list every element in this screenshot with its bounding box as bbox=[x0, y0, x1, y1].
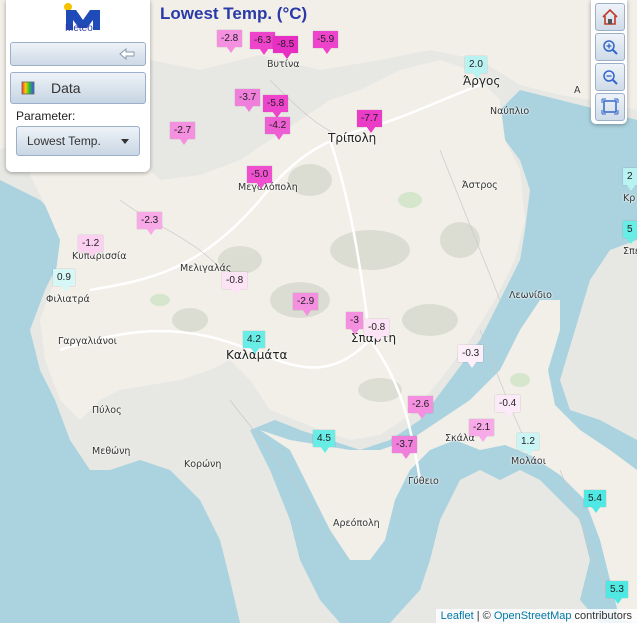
map-attribution: Leaflet | © OpenStreetMap contributors bbox=[435, 609, 637, 623]
place-label-filiatra: Φιλιατρά bbox=[46, 294, 90, 305]
fit-extent-button[interactable] bbox=[595, 93, 625, 121]
temperature-marker[interactable]: -0.3 bbox=[458, 345, 484, 368]
home-button[interactable] bbox=[595, 3, 625, 31]
openstreetmap-link[interactable]: OpenStreetMap bbox=[494, 610, 572, 622]
zoom-out-button[interactable] bbox=[595, 63, 625, 91]
temperature-marker[interactable]: 0.9 bbox=[53, 269, 75, 292]
place-label-tripoli: Τρίπολη bbox=[328, 131, 377, 145]
temperature-marker[interactable]: 5.3 bbox=[606, 581, 628, 604]
place-label-koroni: Κορώνη bbox=[184, 459, 222, 470]
place-label-nafplio: Ναύπλιο bbox=[490, 106, 530, 117]
temperature-marker[interactable]: -0.8 bbox=[364, 319, 390, 342]
zoom-in-icon bbox=[603, 40, 618, 55]
map-toolbar bbox=[591, 0, 627, 124]
parameter-select[interactable]: Lowest Temp. bbox=[16, 126, 140, 156]
temperature-marker[interactable]: 1.2 bbox=[517, 433, 539, 456]
temperature-marker[interactable]: -2.9 bbox=[293, 293, 319, 316]
chevron-down-icon bbox=[121, 139, 129, 144]
place-label-kyparissia: Κυπαρισσία bbox=[72, 251, 127, 262]
temperature-marker[interactable]: -3.7 bbox=[235, 89, 261, 112]
temperature-marker[interactable]: -1.2 bbox=[78, 235, 104, 258]
attribution-separator: | © bbox=[473, 610, 494, 622]
temperature-marker[interactable]: -3.7 bbox=[392, 436, 418, 459]
temperature-marker[interactable]: 2.0 bbox=[465, 56, 487, 79]
logo-text: Meteo bbox=[65, 23, 93, 34]
place-label-kranidi: Κρ bbox=[623, 193, 636, 204]
temperature-marker[interactable]: -5.9 bbox=[313, 31, 339, 54]
place-label-methoni: Μεθώνη bbox=[92, 446, 131, 457]
zoom-in-button[interactable] bbox=[595, 33, 625, 61]
temperature-marker[interactable]: -2.8 bbox=[217, 30, 243, 53]
temperature-marker[interactable]: -5.0 bbox=[247, 166, 273, 189]
home-icon bbox=[602, 8, 618, 25]
temperature-marker[interactable]: 5 bbox=[623, 221, 637, 244]
temperature-marker[interactable]: -2.3 bbox=[137, 212, 163, 235]
place-label-edge-a: Α bbox=[574, 85, 581, 96]
place-label-spetses: Σπέ bbox=[623, 246, 637, 257]
temperature-marker[interactable]: -2.1 bbox=[469, 419, 495, 442]
map-title: Lowest Temp. (°C) bbox=[160, 4, 308, 23]
place-label-megalopoli: Μεγαλόπολη bbox=[238, 182, 298, 193]
zoom-out-icon bbox=[603, 70, 618, 85]
color-palette-icon bbox=[21, 81, 35, 95]
temperature-marker[interactable]: -6.3 bbox=[250, 32, 276, 55]
temperature-marker[interactable]: -0.4 bbox=[495, 395, 521, 418]
place-label-vytina: Βυτίνα bbox=[267, 59, 300, 70]
place-label-gargaliani: Γαργαλιάνοι bbox=[58, 336, 117, 347]
place-label-pylos: Πύλος bbox=[92, 405, 122, 416]
data-button-label: Data bbox=[51, 80, 81, 96]
attribution-contributors: contributors bbox=[571, 610, 632, 622]
control-panel: Meteo Data Parameter: Lowest Temp. bbox=[6, 0, 150, 172]
temperature-marker[interactable]: 5.4 bbox=[584, 490, 606, 513]
temperature-marker[interactable]: 4.2 bbox=[243, 331, 265, 354]
place-label-molaoi: Μολάοι bbox=[511, 456, 546, 467]
temperature-marker[interactable]: -2.6 bbox=[408, 396, 434, 419]
temperature-marker[interactable]: -5.8 bbox=[263, 95, 289, 118]
temperature-marker[interactable]: 4.5 bbox=[313, 430, 335, 453]
place-label-gytheio: Γύθειο bbox=[408, 476, 439, 487]
temperature-marker[interactable]: -3 bbox=[346, 312, 363, 335]
parameter-select-value: Lowest Temp. bbox=[27, 134, 101, 148]
parameter-label: Parameter: bbox=[16, 109, 76, 123]
place-label-astros: Άστρος bbox=[462, 180, 498, 191]
temperature-marker[interactable]: -8.5 bbox=[273, 36, 299, 59]
place-label-leonidio: Λεωνίδιο bbox=[509, 290, 552, 301]
arrow-left-icon bbox=[119, 48, 135, 60]
data-button[interactable]: Data bbox=[10, 72, 146, 104]
temperature-marker[interactable]: -0.8 bbox=[222, 272, 248, 295]
leaflet-link[interactable]: Leaflet bbox=[441, 610, 474, 622]
temperature-marker[interactable]: -4.2 bbox=[265, 117, 291, 140]
temperature-marker[interactable]: -2.7 bbox=[170, 122, 196, 145]
collapse-panel-button[interactable] bbox=[10, 42, 146, 66]
place-label-areopoli: Αρεόπολη bbox=[333, 518, 380, 529]
temperature-marker[interactable]: 2 bbox=[623, 168, 637, 191]
fit-extent-icon bbox=[601, 98, 619, 115]
temperature-marker[interactable]: -7.7 bbox=[357, 110, 383, 133]
